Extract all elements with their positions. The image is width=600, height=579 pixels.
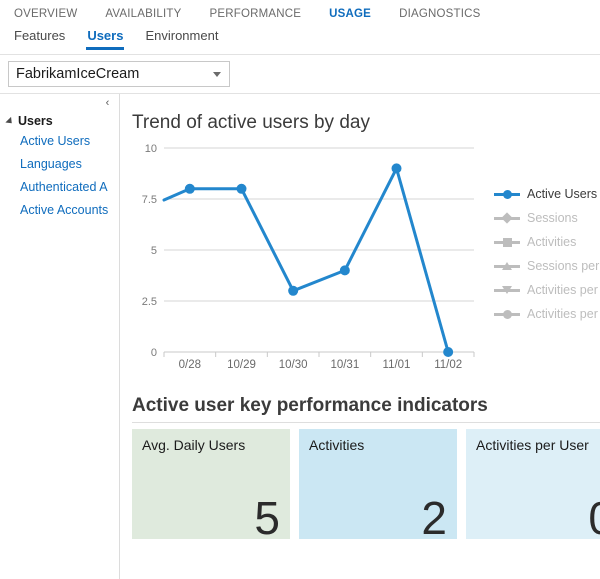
sidebar-item-authenticated[interactable]: Authenticated A (0, 176, 119, 199)
svg-text:10/30: 10/30 (279, 359, 308, 371)
secondary-nav-bar: Features Users Environment (0, 27, 600, 54)
sidebar-item-active-accounts[interactable]: Active Accounts (0, 199, 119, 222)
tab-diagnostics[interactable]: DIAGNOSTICS (399, 8, 480, 20)
svg-text:5: 5 (151, 245, 157, 257)
legend-item-label: Sessions (527, 211, 578, 225)
kpi-card-value: 5 (254, 492, 280, 544)
tab-overview[interactable]: OVERVIEW (14, 8, 77, 20)
app-selector-value: FabrikamIceCream (16, 66, 140, 82)
tab-usage[interactable]: USAGE (329, 8, 371, 20)
kpi-card-value: 2 (421, 492, 447, 544)
primary-nav-bar: OVERVIEW AVAILABILITY PERFORMANCE USAGE … (0, 0, 600, 27)
diamond-marker-icon (494, 212, 520, 224)
legend-item-label: Activities per U (527, 283, 600, 297)
sidebar-item-active-users[interactable]: Active Users (0, 130, 119, 153)
legend-item-2[interactable]: Activities (494, 230, 600, 254)
sidebar: ‹ Users Active Users Languages Authentic… (0, 94, 120, 579)
tab-performance[interactable]: PERFORMANCE (210, 8, 302, 20)
chart-title: Trend of active users by day (132, 112, 370, 133)
line-chart: 0 2.5 5 7.5 10 0/28 10/29 10/30 10/31 11/01 11/02 (132, 138, 482, 383)
legend-item-5[interactable]: Activities per S (494, 302, 600, 326)
kpi-card-title: Avg. Daily Users (142, 437, 246, 453)
kpi-card-title: Activities per User (476, 437, 589, 453)
circle-marker-icon (494, 188, 520, 200)
kpi-card[interactable]: Activities per User 0 (466, 429, 600, 541)
kpi-card-title: Activities (309, 437, 365, 453)
svg-text:10: 10 (145, 143, 157, 155)
svg-text:10/31: 10/31 (330, 359, 359, 371)
chart-legend: Active Users Sessions Activities Sessions p… (482, 138, 600, 326)
triangle-up-marker-icon (494, 260, 520, 272)
sidebar-tree: Users Active Users Languages Authenticat… (0, 112, 119, 222)
svg-text:10/29: 10/29 (227, 359, 256, 371)
circle-marker-icon (494, 308, 520, 320)
legend-item-label: Activities per S (527, 307, 600, 321)
svg-text:7.5: 7.5 (142, 194, 157, 206)
kpi-heading: Active user key performance indicators (132, 395, 600, 423)
content-pane: Trend of active users by day 0 2.5 5 7.5 10 0… (120, 94, 600, 579)
sidebar-collapse-icon[interactable]: ‹ (101, 97, 114, 110)
kpi-card-row: Avg. Daily Users 5 Activities 2 Activities p… (132, 429, 600, 544)
legend-item-label: Active Users (527, 187, 598, 201)
svg-text:0/28: 0/28 (179, 359, 201, 371)
legend-item-1[interactable]: Sessions (494, 206, 600, 230)
triangle-down-marker-icon (494, 284, 520, 296)
legend-item-label: Sessions per U (527, 259, 600, 273)
line-chart-svg[interactable]: 0 2.5 5 7.5 10 0/28 10/29 10/30 10/31 11/01 11/02 (132, 138, 482, 378)
subtab-users[interactable]: Users (86, 27, 125, 50)
trend-section: Trend of active users by day 0 2.5 5 7.5 10 0… (132, 94, 600, 383)
kpi-section: Active user key performance indicators A… (132, 383, 600, 544)
legend-item-4[interactable]: Activities per U (494, 278, 600, 302)
sidebar-group-users[interactable]: Users (0, 112, 119, 130)
legend-item-0[interactable]: Active Users (494, 182, 600, 206)
legend-item-3[interactable]: Sessions per U (494, 254, 600, 278)
sidebar-item-languages[interactable]: Languages (0, 153, 119, 176)
page-body: ‹ Users Active Users Languages Authentic… (0, 93, 600, 579)
chart-block: 0 2.5 5 7.5 10 0/28 10/29 10/30 10/31 11/01 11/02 … (132, 138, 600, 383)
subtab-features[interactable]: Features (14, 27, 65, 50)
triangle-expander-icon (5, 116, 15, 126)
legend-item-label: Activities (527, 235, 577, 249)
svg-text:11/01: 11/01 (383, 359, 411, 371)
subtab-environment[interactable]: Environment (145, 27, 218, 50)
svg-text:11/02: 11/02 (434, 359, 462, 371)
square-marker-icon (494, 236, 520, 248)
app-selector-row: FabrikamIceCream (0, 55, 600, 93)
chevron-down-icon (213, 71, 221, 77)
sidebar-group-label: Users (18, 114, 53, 128)
svg-text:0: 0 (151, 347, 157, 359)
kpi-card-value: 0 (588, 495, 600, 541)
svg-text:2.5: 2.5 (142, 296, 157, 308)
kpi-card[interactable]: Activities 2 (299, 429, 457, 544)
kpi-card[interactable]: Avg. Daily Users 5 (132, 429, 290, 544)
app-selector-dropdown[interactable]: FabrikamIceCream (8, 61, 230, 87)
tab-availability[interactable]: AVAILABILITY (105, 8, 181, 20)
